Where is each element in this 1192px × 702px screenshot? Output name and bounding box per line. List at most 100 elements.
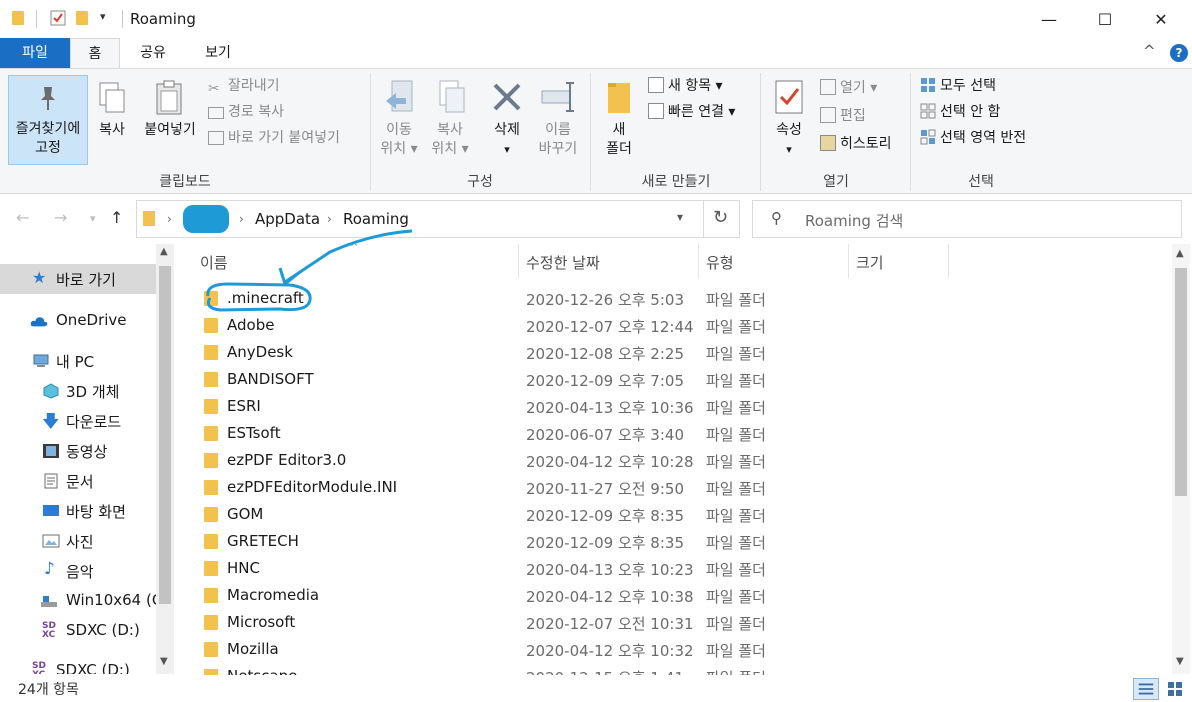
nav-item-videos[interactable]: 동영상: [0, 436, 156, 466]
invert-selection-button[interactable]: 선택 영역 반전: [920, 129, 1026, 147]
rename-button[interactable]: 이름 바꾸기: [532, 77, 584, 167]
file-date: 2020-12-26 오후 5:03: [526, 291, 684, 309]
copy-button[interactable]: 복사: [92, 77, 132, 157]
paste-button[interactable]: 붙여넣기: [138, 77, 202, 157]
recent-locations-icon[interactable]: ▾: [90, 212, 96, 225]
file-row[interactable]: ezPDFEditorModule.INI 2020-11-27 오전 9:50 파…: [190, 474, 1170, 501]
collapse-ribbon-button[interactable]: ^: [1143, 42, 1156, 60]
file-row[interactable]: Netscape 2020-12-15 오후 1:41 파일 폴더: [190, 663, 1170, 675]
file-row[interactable]: .minecraft 2020-12-26 오후 5:03 파일 폴더: [190, 285, 1170, 312]
edit-button[interactable]: 편집: [820, 107, 866, 125]
file-row[interactable]: Mozilla 2020-04-12 오후 10:32 파일 폴더: [190, 636, 1170, 663]
address-bar[interactable]: › › AppData › Roaming ▾ ↻: [136, 200, 740, 238]
address-dropdown-icon[interactable]: ▾: [677, 210, 683, 224]
tab-home[interactable]: 홈: [70, 38, 120, 69]
maximize-button[interactable]: ☐: [1082, 0, 1128, 38]
nav-item-onedrive[interactable]: OneDrive: [0, 306, 156, 336]
file-list-scrollbar[interactable]: ▲ ▼: [1172, 244, 1190, 674]
scroll-up-icon[interactable]: ▲: [160, 246, 168, 257]
breadcrumb-roaming[interactable]: Roaming: [343, 210, 409, 228]
open-button[interactable]: 열기 ▾: [820, 79, 877, 97]
column-header-type[interactable]: 유형: [698, 244, 848, 278]
folder-icon: [204, 426, 218, 441]
paste-shortcut-button[interactable]: 바로 가기 붙여넣기: [208, 129, 340, 147]
column-header-size[interactable]: 크기: [848, 244, 948, 278]
minimize-button[interactable]: —: [1026, 0, 1072, 38]
close-button[interactable]: ✕: [1138, 0, 1184, 38]
file-row[interactable]: GRETECH 2020-12-09 오후 8:35 파일 폴더: [190, 528, 1170, 555]
delete-dropdown-icon[interactable]: ▾: [484, 140, 530, 159]
file-row[interactable]: HNC 2020-04-13 오후 10:23 파일 폴더: [190, 555, 1170, 582]
column-header-date[interactable]: 수정한 날짜: [518, 244, 698, 278]
easy-access-button[interactable]: 빠른 연결 ▾: [648, 103, 735, 121]
large-icons-view-icon[interactable]: [1162, 678, 1188, 700]
properties-button[interactable]: 속성 ▾: [766, 77, 812, 167]
file-list-scroll-thumb[interactable]: [1175, 268, 1187, 496]
copy-to-button[interactable]: 복사 위치 ▾: [426, 77, 474, 167]
help-button[interactable]: ?: [1170, 44, 1188, 62]
refresh-icon[interactable]: ↻: [713, 207, 728, 228]
copy-path-button[interactable]: 경로 복사: [208, 103, 284, 121]
customize-quick-access-icon[interactable]: ▾: [100, 10, 106, 23]
nav-pane-scrollbar[interactable]: ▲ ▼: [156, 244, 174, 674]
select-none-button[interactable]: 선택 안 함: [920, 103, 1000, 121]
nav-label: OneDrive: [56, 311, 127, 329]
nav-item-downloads[interactable]: 🡇 다운로드: [0, 406, 156, 436]
file-row[interactable]: GOM 2020-12-09 오후 8:35 파일 폴더: [190, 501, 1170, 528]
tab-file[interactable]: 파일: [0, 38, 70, 68]
up-arrow-icon[interactable]: ↑: [110, 208, 123, 227]
scroll-down-icon[interactable]: ▼: [1176, 656, 1184, 667]
cut-button[interactable]: ✂ 잘라내기: [208, 77, 280, 97]
search-input[interactable]: Roaming 검색: [805, 210, 903, 231]
breadcrumb-separator-icon[interactable]: ›: [327, 212, 332, 226]
search-box[interactable]: ⚲ Roaming 검색: [752, 200, 1182, 238]
breadcrumb-appdata[interactable]: AppData: [255, 210, 320, 228]
scroll-up-icon[interactable]: ▲: [1176, 248, 1184, 259]
nav-item-quick-access[interactable]: ★ 바로 가기: [0, 264, 156, 294]
file-row[interactable]: Macromedia 2020-04-12 오후 10:38 파일 폴더: [190, 582, 1170, 609]
breadcrumb-separator-icon[interactable]: ›: [239, 212, 244, 226]
tab-share[interactable]: 공유: [124, 38, 182, 68]
breadcrumb-separator-icon[interactable]: ›: [167, 212, 172, 226]
column-separator[interactable]: [948, 244, 949, 278]
new-item-button[interactable]: 새 항목 ▾: [648, 77, 723, 95]
file-row[interactable]: Microsoft 2020-12-07 오전 10:31 파일 폴더: [190, 609, 1170, 636]
search-icon: ⚲: [771, 209, 782, 227]
nav-item-pictures[interactable]: 사진: [0, 526, 156, 556]
details-view-icon[interactable]: [1133, 678, 1159, 700]
column-header-name[interactable]: 이름 ^: [192, 242, 518, 278]
file-row[interactable]: ESTsoft 2020-06-07 오후 3:40 파일 폴더: [190, 420, 1170, 447]
back-arrow-icon[interactable]: ←: [16, 208, 29, 227]
nav-pane-scroll-thumb[interactable]: [159, 266, 171, 604]
nav-item-3d-objects[interactable]: 3D 개체: [0, 376, 156, 406]
file-row[interactable]: BANDISOFT 2020-12-09 오후 7:05 파일 폴더: [190, 366, 1170, 393]
new-folder-icon[interactable]: [76, 11, 88, 25]
file-row[interactable]: AnyDesk 2020-12-08 오후 2:25 파일 폴더: [190, 339, 1170, 366]
file-row[interactable]: ESRI 2020-04-13 오후 10:36 파일 폴더: [190, 393, 1170, 420]
nav-item-sdxc-d-2[interactable]: SDXC SDXC (D:): [0, 656, 156, 674]
nav-item-music[interactable]: ♪ 음악: [0, 556, 156, 586]
properties-dropdown-icon[interactable]: ▾: [766, 140, 812, 159]
new-item-label: 새 항목: [668, 78, 712, 94]
column-name-label: 이름: [200, 254, 228, 272]
nav-item-this-pc[interactable]: 내 PC: [0, 346, 156, 376]
file-type: 파일 폴더: [706, 426, 766, 444]
file-row[interactable]: Adobe 2020-12-07 오후 12:44 파일 폴더: [190, 312, 1170, 339]
redacted-username: [183, 205, 229, 233]
scroll-down-icon[interactable]: ▼: [160, 656, 168, 667]
history-button[interactable]: 히스토리: [820, 135, 892, 153]
properties-check-icon[interactable]: [50, 10, 66, 26]
pin-to-quick-access-button[interactable]: 즐겨찾기에 고정: [8, 75, 88, 165]
nav-item-sdxc-d[interactable]: SD XC SDXC (D:): [0, 616, 156, 646]
move-to-button[interactable]: 이동 위치 ▾: [376, 77, 422, 167]
select-all-button[interactable]: 모두 선택: [920, 77, 996, 95]
new-folder-button[interactable]: 새 폴더: [596, 77, 642, 167]
nav-item-documents[interactable]: 문서: [0, 466, 156, 496]
file-row[interactable]: ezPDF Editor3.0 2020-04-12 오후 10:28 파일 폴더: [190, 447, 1170, 474]
tab-view[interactable]: 보기: [188, 38, 248, 68]
nav-item-desktop[interactable]: 바탕 화면: [0, 496, 156, 526]
forward-arrow-icon[interactable]: →: [54, 208, 67, 227]
nav-item-drive-c[interactable]: Win10x64 (C: [0, 586, 156, 616]
file-date: 2020-04-12 오후 10:38: [526, 588, 694, 606]
delete-button[interactable]: 삭제 ▾: [484, 77, 530, 167]
